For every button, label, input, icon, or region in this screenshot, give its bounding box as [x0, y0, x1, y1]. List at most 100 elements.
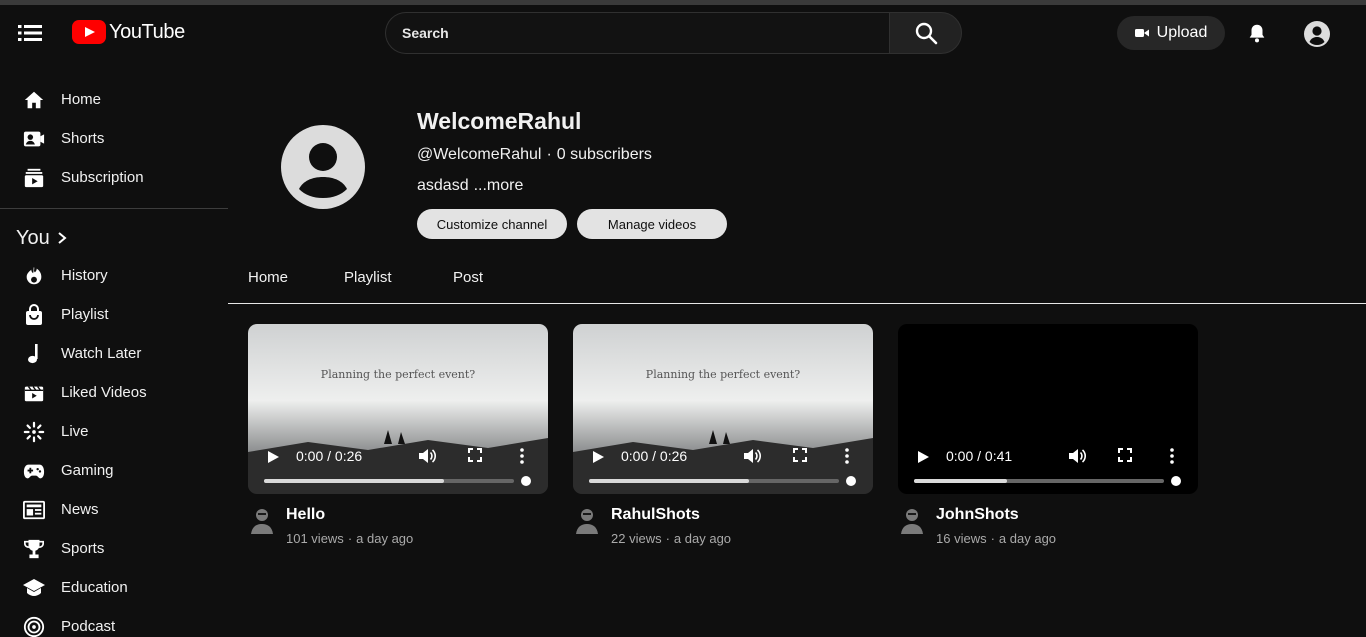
description-more-link[interactable]: ...more — [474, 177, 524, 195]
video-title[interactable]: JohnShots — [936, 506, 1056, 524]
search-input[interactable] — [385, 12, 890, 54]
video-card[interactable]: Planning the perfect event? 0:00 / 0:26 … — [573, 324, 873, 546]
volume-icon[interactable] — [743, 447, 761, 465]
video-card[interactable]: Planning the perfect event? 0:00 / 0:26 … — [248, 324, 548, 546]
channel-meta: @WelcomeRahul · 0 subscribers — [417, 146, 652, 164]
graduation-cap-icon — [22, 576, 46, 600]
upload-button[interactable]: Upload — [1117, 16, 1225, 50]
uploader-avatar-icon[interactable] — [574, 506, 600, 536]
channel-tabs: Home Playlist Post — [228, 260, 1366, 304]
logo-wordmark: YouTube — [109, 20, 185, 43]
manage-videos-button[interactable]: Manage videos — [577, 209, 727, 239]
video-stats: 16 views · a day ago — [936, 531, 1056, 546]
you-section-title: You — [16, 226, 50, 249]
video-meta: Hello 101 views · a day ago — [248, 506, 548, 546]
video-title[interactable]: RahulShots — [611, 506, 731, 524]
fullscreen-icon[interactable] — [468, 448, 482, 462]
video-camera-icon — [1134, 29, 1149, 37]
more-options-icon[interactable] — [843, 447, 851, 465]
tab-post[interactable]: Post — [453, 269, 483, 286]
stats-separator: · — [990, 531, 995, 546]
volume-icon[interactable] — [418, 447, 436, 465]
uploader-avatar-icon[interactable] — [249, 506, 275, 536]
sidebar-item-watch-later[interactable]: Watch Later — [0, 334, 228, 373]
sidebar-item-news[interactable]: News — [0, 490, 228, 529]
video-card[interactable]: 0:00 / 0:41 JohnShots 16 views · a day a… — [898, 324, 1198, 546]
volume-icon[interactable] — [1068, 447, 1086, 465]
fullscreen-icon[interactable] — [793, 448, 807, 462]
play-icon[interactable] — [266, 450, 280, 464]
progress-fill — [264, 479, 444, 483]
sidebar-item-playlist[interactable]: Playlist — [0, 295, 228, 334]
sidebar-item-education[interactable]: Education — [0, 568, 228, 607]
sidebar-item-history[interactable]: History — [0, 256, 228, 295]
window-top-strip — [0, 0, 1366, 5]
trophy-icon — [22, 537, 46, 561]
sidebar-item-sports[interactable]: Sports — [0, 529, 228, 568]
play-icon[interactable] — [591, 450, 605, 464]
view-count: 22 views — [611, 531, 662, 546]
progress-track[interactable] — [589, 479, 839, 483]
sidebar-item-subscription[interactable]: Subscription — [0, 158, 228, 197]
search-button[interactable] — [889, 12, 962, 54]
youtube-logo[interactable]: YouTube — [72, 20, 185, 44]
upload-age: a day ago — [998, 531, 1057, 546]
video-controls: 0:00 / 0:26 — [248, 434, 548, 494]
sidebar-item-label: News — [61, 501, 99, 518]
sidebar-item-shorts[interactable]: Shorts — [0, 119, 228, 158]
video-player[interactable]: 0:00 / 0:41 — [898, 324, 1198, 494]
view-count: 16 views — [936, 531, 987, 546]
sidebar-item-label: History — [61, 267, 108, 284]
upload-label: Upload — [1156, 24, 1208, 41]
sidebar-item-live[interactable]: Live — [0, 412, 228, 451]
sidebar-item-label: Shorts — [61, 130, 105, 147]
notifications-bell-icon[interactable] — [1246, 22, 1268, 49]
uploader-avatar-icon[interactable] — [899, 506, 925, 536]
sidebar-item-label: Live — [61, 423, 89, 440]
upload-age: a day ago — [356, 531, 414, 546]
sidebar: Home Shorts Subscription You History Pla… — [0, 80, 228, 637]
account-avatar-icon[interactable] — [1303, 20, 1331, 53]
channel-description: asdasd ...more — [417, 177, 523, 195]
channel-avatar[interactable] — [281, 125, 365, 209]
progress-track[interactable] — [914, 479, 1164, 483]
video-stats: 101 views · a day ago — [286, 531, 413, 546]
video-title[interactable]: Hello — [286, 506, 413, 524]
sidebar-divider — [0, 208, 228, 209]
sidebar-item-home[interactable]: Home — [0, 80, 228, 119]
gamepad-icon — [22, 459, 46, 483]
fullscreen-icon[interactable] — [1118, 448, 1132, 462]
video-player[interactable]: Planning the perfect event? 0:00 / 0:26 — [573, 324, 873, 494]
video-caption-text: Planning the perfect event? — [645, 368, 801, 381]
more-options-icon[interactable] — [518, 447, 526, 465]
subscriptions-icon — [22, 166, 46, 190]
live-icon — [22, 420, 46, 444]
progress-track[interactable] — [264, 479, 514, 483]
timer-icon[interactable] — [1171, 476, 1181, 486]
video-player[interactable]: Planning the perfect event? 0:00 / 0:26 — [248, 324, 548, 494]
progress-fill — [914, 479, 1007, 483]
tab-playlist[interactable]: Playlist — [344, 269, 392, 286]
video-controls: 0:00 / 0:41 — [898, 434, 1198, 494]
sidebar-you-section[interactable]: You — [0, 220, 228, 256]
timer-icon[interactable] — [846, 476, 856, 486]
sidebar-item-label: Education — [61, 579, 128, 596]
video-meta: RahulShots 22 views · a day ago — [573, 506, 873, 546]
tab-home[interactable]: Home — [248, 269, 288, 286]
sidebar-item-liked-videos[interactable]: Liked Videos — [0, 373, 228, 412]
sidebar-item-label: Sports — [61, 540, 105, 557]
video-time: 0:00 / 0:41 — [946, 448, 1013, 464]
sidebar-item-podcast[interactable]: Podcast — [0, 607, 228, 637]
customize-channel-button[interactable]: Customize channel — [417, 209, 567, 239]
more-options-icon[interactable] — [1168, 447, 1176, 465]
stats-separator: · — [665, 531, 670, 546]
sidebar-item-label: Home — [61, 91, 102, 108]
podcast-icon — [22, 615, 46, 637]
shorts-icon — [22, 127, 46, 151]
news-icon — [22, 498, 46, 522]
subscriber-count: 0 subscribers — [556, 146, 652, 163]
menu-icon[interactable] — [14, 20, 48, 46]
play-icon[interactable] — [916, 450, 930, 464]
timer-icon[interactable] — [521, 476, 531, 486]
sidebar-item-gaming[interactable]: Gaming — [0, 451, 228, 490]
